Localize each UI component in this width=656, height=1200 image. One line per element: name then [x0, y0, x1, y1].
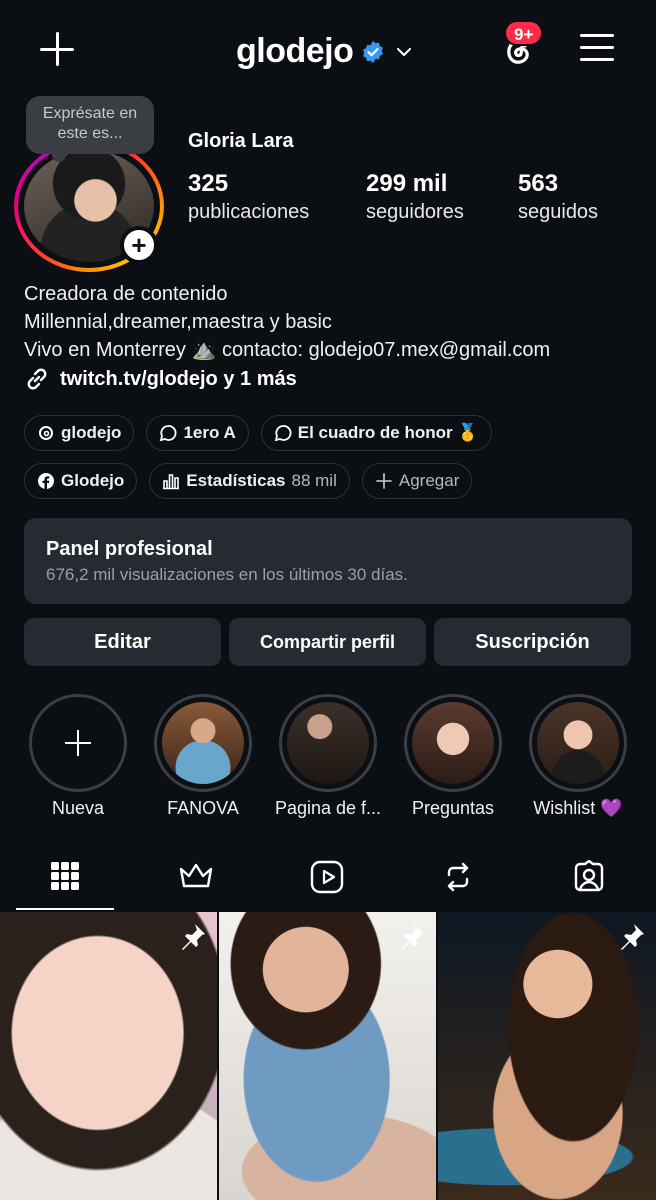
stat-label: seguidos — [518, 201, 599, 223]
verified-badge-icon — [363, 40, 384, 63]
stat-value: 563 — [518, 170, 559, 197]
highlight-circle — [154, 694, 252, 792]
pin-icon — [621, 924, 644, 950]
highlight-label: Wishlist 💜 — [533, 798, 623, 818]
threads-icon — [39, 426, 53, 440]
highlight-label: Nueva — [51, 798, 105, 818]
grid-icon — [51, 862, 79, 890]
chips-row-1: glodejo 1ero A El cuadro de honor 🥇 — [24, 415, 492, 451]
chip-facebook[interactable]: Glodejo — [24, 463, 138, 499]
username-switcher[interactable]: glodejo — [236, 32, 413, 71]
post-tile[interactable] — [219, 912, 436, 1200]
username: glodejo — [236, 32, 354, 70]
chip-label: Glodejo — [61, 471, 125, 490]
chip-label: glodejo — [61, 423, 122, 442]
highlight-circle — [29, 694, 127, 792]
bio-line: Creadora de contenido — [24, 283, 228, 305]
highlight-cover — [537, 702, 619, 784]
chip-label: 1ero A — [183, 423, 236, 442]
profile-page: glodejo 9+ + Exprésate en este es... Glo… — [0, 0, 656, 1200]
profile-actions: Editar Compartir perfil Suscripción — [24, 618, 631, 666]
reels-icon — [310, 860, 344, 894]
stat-followers[interactable]: 299 mil seguidores — [366, 170, 464, 226]
highlight-label: Preguntas — [411, 798, 495, 818]
plus-icon — [375, 473, 392, 489]
highlight-cover — [412, 702, 494, 784]
posts-grid — [0, 912, 656, 1200]
highlight-circle — [279, 694, 377, 792]
bio-line: Vivo en Monterrey ⛰️ contacto: glodejo07… — [24, 339, 551, 361]
chip-label: Agregar — [398, 471, 460, 490]
reposts-icon — [447, 862, 469, 892]
add-story-button[interactable]: + — [120, 226, 158, 264]
chip-label: El cuadro de honor 🥇 — [297, 423, 479, 442]
notification-badge: 9+ — [504, 20, 544, 46]
hamburger-menu-icon[interactable] — [580, 34, 614, 64]
bar-chart-icon — [163, 474, 180, 490]
post-tile[interactable] — [438, 912, 656, 1200]
stat-value: 325 — [188, 170, 229, 197]
profile-link[interactable]: twitch.tv/glodejo y 1 más — [24, 366, 297, 392]
tab-subscriptions[interactable] — [131, 852, 261, 910]
story-highlights: Nueva FANOVA Pagina de f... Preguntas Wi… — [0, 694, 656, 824]
stat-following[interactable]: 563 seguidos — [518, 170, 598, 226]
plus-icon — [65, 730, 91, 756]
chip-insights[interactable]: Estadísticas 88 mil — [149, 463, 350, 499]
chip-channel-1[interactable]: 1ero A — [146, 415, 249, 451]
chips-row-2: Glodejo Estadísticas 88 mil Agregar — [24, 463, 473, 499]
top-bar: glodejo 9+ — [0, 20, 656, 84]
profile-tabs — [0, 852, 656, 910]
edit-profile-button[interactable]: Editar — [24, 618, 221, 666]
subscription-button[interactable]: Suscripción — [434, 618, 631, 666]
tab-tagged[interactable] — [524, 852, 654, 910]
full-name: Gloria Lara — [188, 130, 294, 152]
bio-line: Millennial,dreamer,maestra y basic — [24, 311, 332, 333]
chip-label: Estadísticas — [186, 471, 286, 490]
link-icon — [27, 368, 47, 390]
tab-reels[interactable] — [262, 852, 392, 910]
stat-label: seguidores — [366, 201, 464, 223]
highlight-label: FANOVA — [167, 798, 239, 818]
chip-add[interactable]: Agregar — [361, 463, 473, 499]
highlight-label: Pagina de f... — [274, 798, 382, 818]
tab-reposts[interactable] — [393, 852, 523, 910]
pin-icon — [182, 924, 205, 950]
highlight-cover — [287, 702, 369, 784]
professional-dashboard[interactable]: Panel profesional 676,2 mil visualizacio… — [24, 518, 632, 604]
stat-label: publicaciones — [188, 201, 310, 223]
chip-extra: 88 mil — [291, 471, 337, 490]
share-profile-button[interactable]: Compartir perfil — [229, 618, 426, 666]
chat-bubble-icon — [160, 425, 177, 442]
chevron-down-icon — [397, 47, 412, 56]
highlight-circle — [404, 694, 502, 792]
highlight-item[interactable]: FANOVA — [138, 694, 268, 819]
stat-value: 299 mil — [366, 170, 448, 197]
highlight-cover — [162, 702, 244, 784]
post-tile[interactable] — [0, 912, 217, 1200]
tab-posts[interactable] — [0, 852, 130, 910]
bio: Creadora de contenido Millennial,dreamer… — [24, 280, 550, 364]
pin-icon — [401, 924, 424, 950]
plus-icon[interactable] — [38, 30, 78, 70]
highlight-item[interactable]: Preguntas — [388, 694, 518, 819]
facebook-icon — [38, 473, 54, 489]
panel-subtitle: 676,2 mil visualizaciones en los últimos… — [46, 565, 408, 584]
note-bubble[interactable]: Exprésate en este es... — [26, 96, 154, 162]
highlight-item[interactable]: Pagina de f... — [263, 694, 393, 819]
highlight-new[interactable]: Nueva — [13, 694, 143, 819]
stat-posts[interactable]: 325 publicaciones — [188, 170, 309, 226]
tagged-icon — [574, 860, 604, 892]
chat-bubble-icon — [274, 425, 292, 442]
highlight-circle — [529, 694, 627, 792]
link-text: twitch.tv/glodejo y 1 más — [60, 367, 297, 390]
crown-icon — [179, 863, 213, 888]
chip-channel-2[interactable]: El cuadro de honor 🥇 — [260, 415, 492, 451]
chip-threads[interactable]: glodejo — [24, 415, 135, 451]
panel-title: Panel profesional — [46, 538, 213, 560]
highlight-item[interactable]: Wishlist 💜 — [513, 694, 643, 819]
